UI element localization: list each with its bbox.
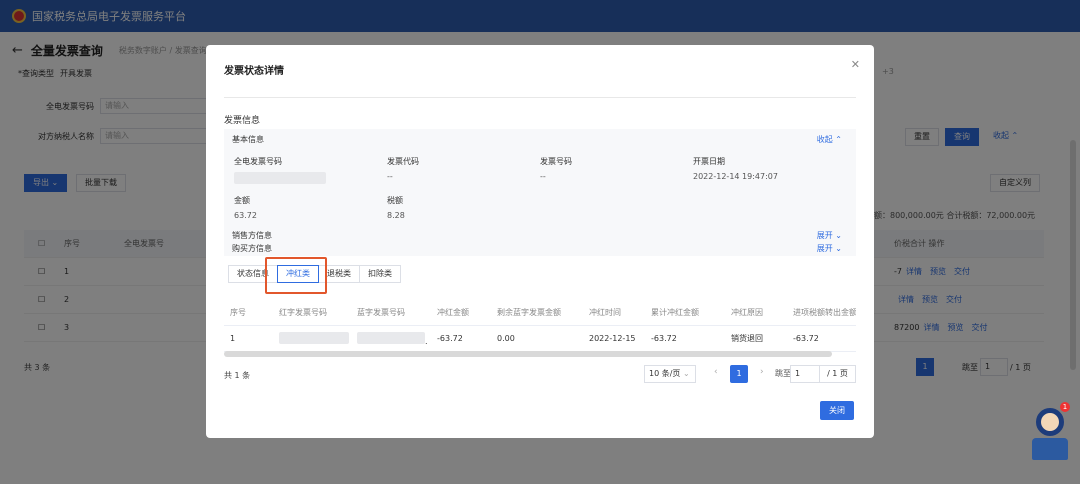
invoice-status-modal: 发票状态详情 ✕ 发票信息 基本信息 收起 ⌃ 全电发票号码 发票代码 -- 发… xyxy=(206,45,874,438)
assistant-avatar-icon xyxy=(1036,408,1064,436)
col-blue-no: 蓝字发票号码 xyxy=(357,308,405,317)
cell-index: 1 xyxy=(230,334,236,343)
reversal-table: 序号 红字发票号码 蓝字发票号码 冲红金额 剩余蓝字发票金额 冲红时间 累计冲红… xyxy=(224,300,856,352)
expand-buyer-link[interactable]: 展开 ⌄ xyxy=(817,243,842,254)
current-page[interactable]: 1 xyxy=(730,365,748,383)
redacted-value xyxy=(279,331,349,344)
page-size-value: 10 条/页 xyxy=(649,369,681,378)
col-index: 序号 xyxy=(230,308,246,317)
modal-title: 发票状态详情 xyxy=(224,66,284,77)
table-scrollbar[interactable] xyxy=(224,351,832,357)
field-fulldigital-no: 全电发票号码 xyxy=(234,156,326,186)
field-value: 2022-12-14 19:47:07 xyxy=(693,172,778,181)
cell-reason: 销货退回 xyxy=(731,334,763,343)
field-amount: 金额 63.72 xyxy=(234,195,257,220)
field-value: -- xyxy=(540,172,546,181)
close-button[interactable]: 关闭 xyxy=(820,401,854,420)
jump-label: 跳至 xyxy=(775,369,791,378)
total-count: 共 1 条 xyxy=(224,371,251,380)
field-label: 开票日期 xyxy=(693,157,725,166)
chevron-down-icon: ⌄ xyxy=(682,369,690,378)
field-label: 发票号码 xyxy=(540,157,572,166)
pages-label: / 1 页 xyxy=(820,365,856,383)
basic-info-header: 基本信息 xyxy=(232,135,264,144)
jump-input[interactable]: 1 xyxy=(790,365,820,383)
cell-blue-no: . xyxy=(425,336,428,346)
table-header: 序号 红字发票号码 蓝字发票号码 冲红金额 剩余蓝字发票金额 冲红时间 累计冲红… xyxy=(224,300,856,326)
field-date: 开票日期 2022-12-14 19:47:07 xyxy=(693,156,778,181)
field-number: 发票号码 -- xyxy=(540,156,572,181)
field-label: 税额 xyxy=(387,196,403,205)
collapse-link[interactable]: 收起 ⌃ xyxy=(817,134,842,145)
col-cumulative-amount: 累计冲红金额 xyxy=(651,308,699,317)
next-page-icon[interactable]: › xyxy=(760,367,764,377)
section-title: 发票信息 xyxy=(224,116,261,126)
cell-reversal-amount: -63.72 xyxy=(437,334,463,343)
cell-reversal-time: 2022-12-15 xyxy=(589,334,636,343)
buyer-info-header: 购买方信息 xyxy=(232,244,272,253)
redacted-value xyxy=(357,331,425,344)
col-reversal-time: 冲红时间 xyxy=(589,308,621,317)
seller-info-header: 销售方信息 xyxy=(232,231,272,240)
col-reason: 冲红原因 xyxy=(731,308,763,317)
close-icon[interactable]: ✕ xyxy=(851,58,860,71)
assistant-widget[interactable]: 1 xyxy=(1030,402,1070,468)
field-value: 63.72 xyxy=(234,211,257,220)
cell-cumulative-amount: -63.72 xyxy=(651,334,677,343)
tab-deduction[interactable]: 扣除类 xyxy=(359,265,401,283)
redacted-value xyxy=(234,172,326,184)
table-row: 1 . -63.72 0.00 2022-12-15 -63.72 销货退回 -… xyxy=(224,326,856,352)
col-red-no: 红字发票号码 xyxy=(279,308,327,317)
cell-transfer-out: -63.72 xyxy=(793,334,819,343)
basic-info-panel: 基本信息 收起 ⌃ 全电发票号码 发票代码 -- 发票号码 -- 开票日期 20… xyxy=(224,129,856,256)
field-tax: 税额 8.28 xyxy=(387,195,405,220)
expand-seller-link[interactable]: 展开 ⌄ xyxy=(817,230,842,241)
field-label: 发票代码 xyxy=(387,157,419,166)
cell-remaining-amount: 0.00 xyxy=(497,334,515,343)
tab-bar: 状态信息 冲红类 退税类 扣除类 xyxy=(228,265,401,283)
divider xyxy=(224,97,856,98)
col-transfer-out: 进项税额转出金额 xyxy=(793,308,856,317)
field-label: 全电发票号码 xyxy=(234,157,282,166)
tab-red-reversal[interactable]: 冲红类 xyxy=(277,265,319,283)
assistant-badge: 1 xyxy=(1060,402,1070,412)
prev-page-icon[interactable]: ‹ xyxy=(714,367,718,377)
field-value: 8.28 xyxy=(387,211,405,220)
page-size-select[interactable]: 10 条/页 ⌄ xyxy=(644,365,696,383)
col-remaining-amount: 剩余蓝字发票金额 xyxy=(497,308,561,317)
field-value: -- xyxy=(387,172,393,181)
field-label: 金额 xyxy=(234,196,250,205)
col-reversal-amount: 冲红金额 xyxy=(437,308,469,317)
field-code: 发票代码 -- xyxy=(387,156,419,181)
